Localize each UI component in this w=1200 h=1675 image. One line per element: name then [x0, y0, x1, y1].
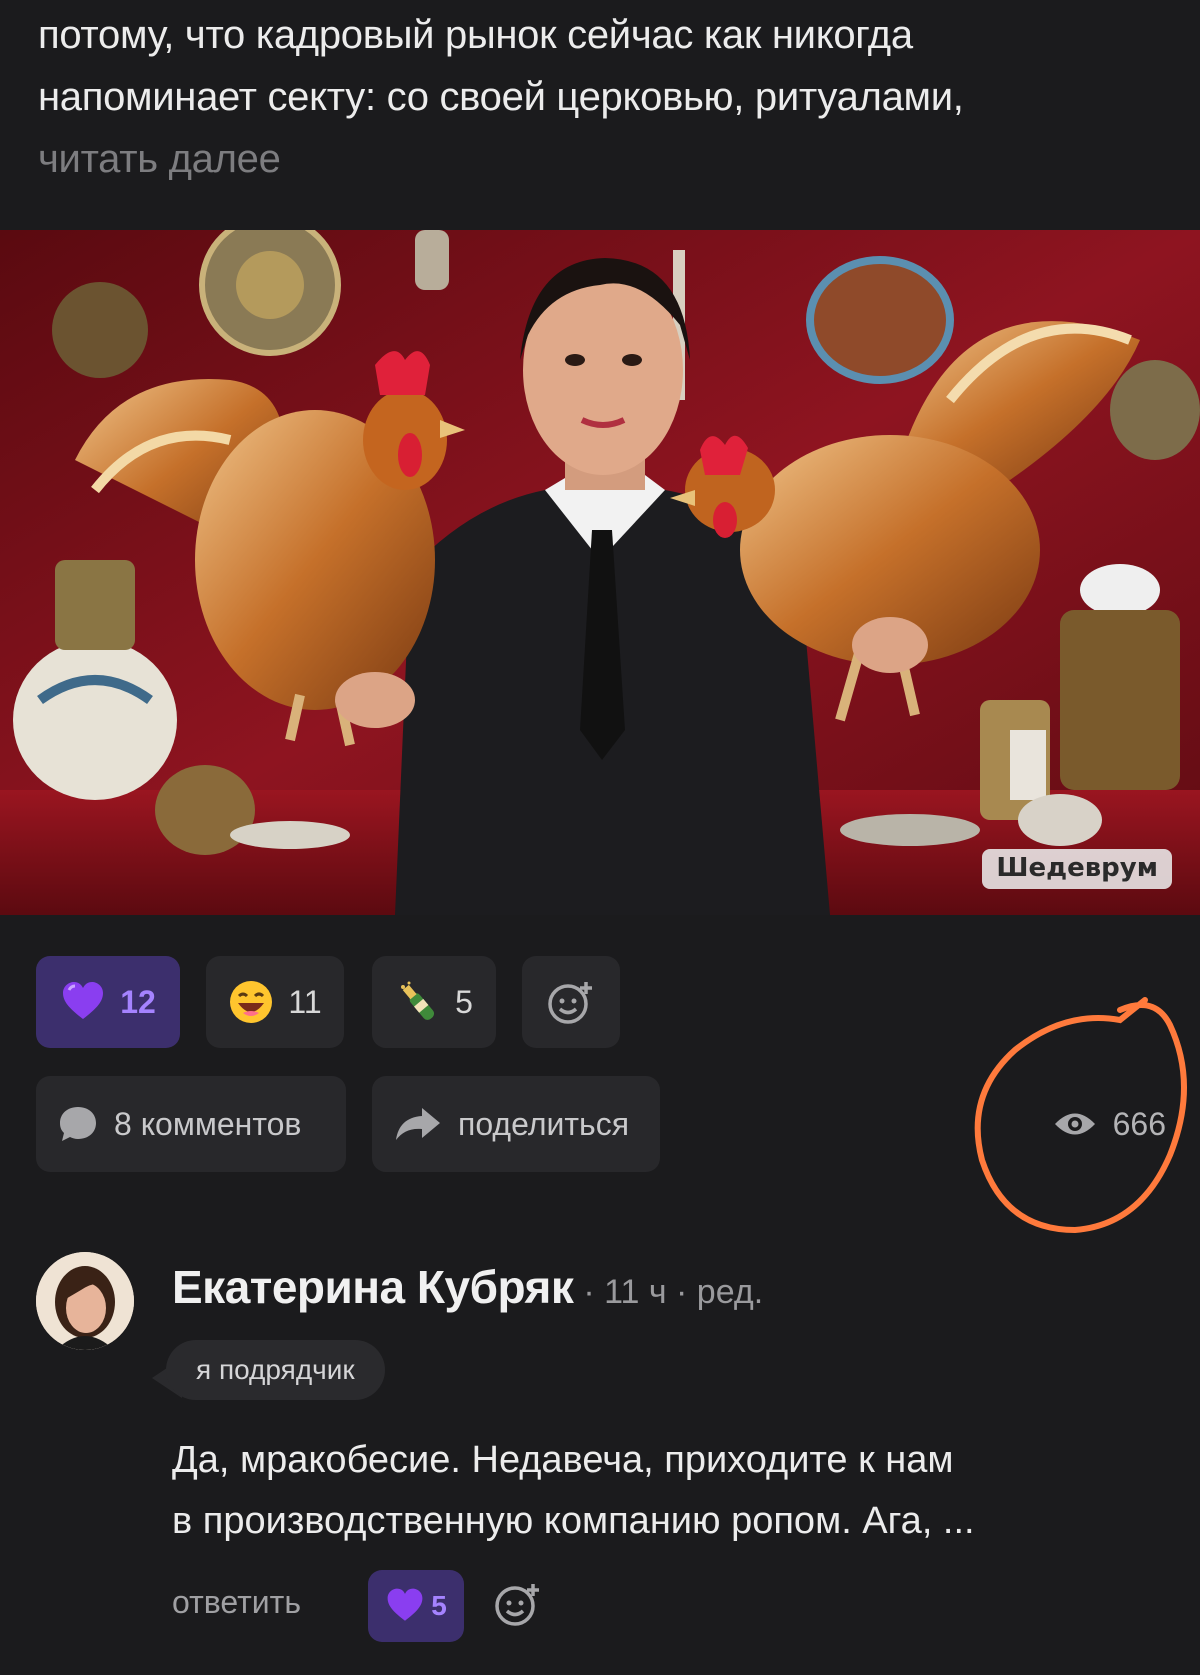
- comment-text-line: Да, мракобесие. Недавеча, приходите к на…: [172, 1439, 954, 1481]
- comment-bubble-icon: [60, 1107, 96, 1141]
- reaction-heart-chip[interactable]: 12: [36, 956, 180, 1048]
- purple-heart-icon: [63, 982, 104, 1019]
- reaction-count: 12: [120, 983, 156, 1020]
- comment-like-count: 5: [431, 1590, 447, 1621]
- post-excerpt: потому, что кадровый рынок сейчас как ни…: [38, 4, 1168, 190]
- comment-meta: · 11 ч · ред.: [583, 1273, 764, 1311]
- avatar-image: [36, 1252, 134, 1350]
- add-reaction-button[interactable]: [522, 956, 620, 1048]
- comment-text[interactable]: Да, мракобесие. Недавеча, приходите к на…: [172, 1430, 1172, 1552]
- laughing-emoji-icon: [230, 981, 273, 1023]
- reaction-laugh-chip[interactable]: 11: [206, 956, 344, 1048]
- reaction-champagne-chip[interactable]: 5: [372, 956, 496, 1048]
- comment-heart-reaction[interactable]: 5: [368, 1570, 464, 1642]
- champagne-bottle-icon: [401, 981, 435, 1020]
- add-reaction-icon: [548, 982, 592, 1024]
- reaction-count: 5: [455, 983, 473, 1020]
- excerpt-line: потому, что кадровый рынок сейчас как ни…: [38, 13, 913, 57]
- read-more-link[interactable]: читать далее: [38, 137, 281, 181]
- author-role-tag: я подрядчик: [166, 1340, 385, 1400]
- comment-header: Екатерина Кубряк · 11 ч · ред.: [172, 1260, 763, 1314]
- comments-button[interactable]: 8 комментов: [36, 1076, 346, 1172]
- purple-heart-icon: [387, 1588, 423, 1621]
- share-arrow-icon: [396, 1108, 440, 1140]
- post-image[interactable]: Шедеврум: [0, 230, 1200, 915]
- excerpt-line: напоминает секту: со своей церковью, рит…: [38, 75, 964, 119]
- post-illustration: [0, 230, 1200, 915]
- reaction-count: 11: [288, 983, 322, 1020]
- comment-author[interactable]: Екатерина Кубряк: [172, 1260, 574, 1314]
- avatar[interactable]: [36, 1252, 134, 1350]
- comments-label: 8 комментов: [114, 1105, 302, 1142]
- comment-footer: ответить 5: [172, 1570, 772, 1642]
- image-watermark: Шедеврум: [982, 849, 1172, 889]
- share-label: поделиться: [458, 1105, 630, 1142]
- share-button[interactable]: поделиться: [372, 1076, 660, 1172]
- reply-button[interactable]: ответить: [172, 1584, 301, 1621]
- post-card: потому, что кадровый рынок сейчас как ни…: [0, 0, 1200, 1675]
- hand-drawn-circle-annotation: [974, 997, 1187, 1234]
- add-reaction-icon[interactable]: [494, 1580, 542, 1628]
- comment-text-line: в производственную компанию ропом. Ага, …: [172, 1500, 975, 1542]
